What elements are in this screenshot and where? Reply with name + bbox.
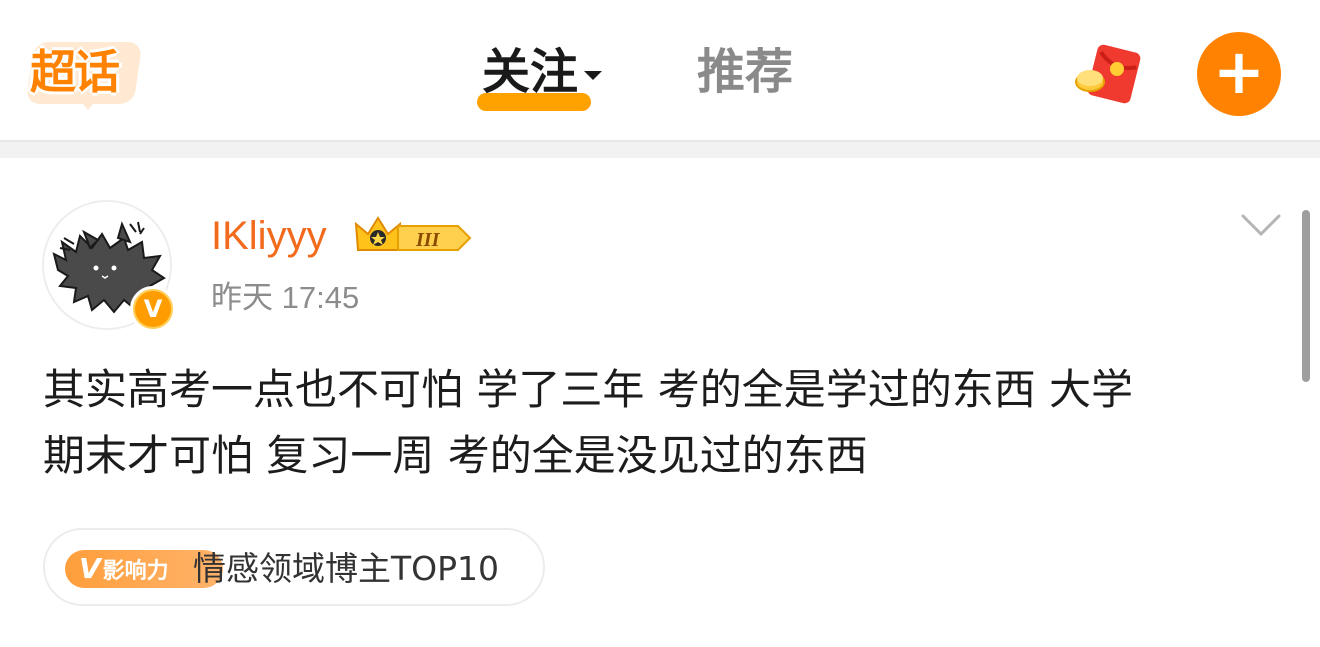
plus-icon: + (1213, 35, 1265, 108)
post-content-line-2: 期末才可怕 复习一周 考的全是没见过的东西 (43, 431, 868, 480)
red-packet-icon[interactable] (1074, 42, 1150, 106)
caret-down-icon (584, 70, 603, 80)
post-content-line-1: 其实高考一点也不可怕 学了三年 考的全是学过的东西 大学 (43, 365, 1134, 414)
scrollbar[interactable] (1302, 210, 1310, 382)
section-divider (0, 140, 1320, 158)
verified-icon: V (130, 286, 176, 332)
post-time: 昨天 17:45 (211, 280, 360, 315)
chevron-down-icon[interactable] (1240, 212, 1282, 238)
username[interactable]: IKliyyy (211, 208, 327, 264)
influence-tag[interactable]: V影响力 情感领域博主TOP10 (43, 528, 545, 606)
influence-badge-label: 影响力 (102, 559, 169, 584)
tab-follow[interactable]: 关注 (482, 40, 603, 104)
tab-follow-label: 关注 (482, 44, 579, 100)
influence-v-icon: V (79, 552, 101, 585)
add-post-button[interactable]: + (1197, 32, 1281, 116)
post-content: 其实高考一点也不可怕 学了三年 考的全是学过的东西 大学 期末才可怕 复习一周 … (43, 357, 1283, 489)
top-bar: 超话 关注 推荐 + (0, 0, 1320, 140)
influence-tag-text: 情感领域博主TOP10 (193, 549, 500, 588)
chaohua-logo[interactable]: 超话 (30, 40, 140, 112)
level-badge-text: III (415, 229, 441, 251)
crown-icon[interactable]: III (354, 212, 474, 258)
tab-recommend[interactable]: 推荐 (697, 40, 793, 104)
